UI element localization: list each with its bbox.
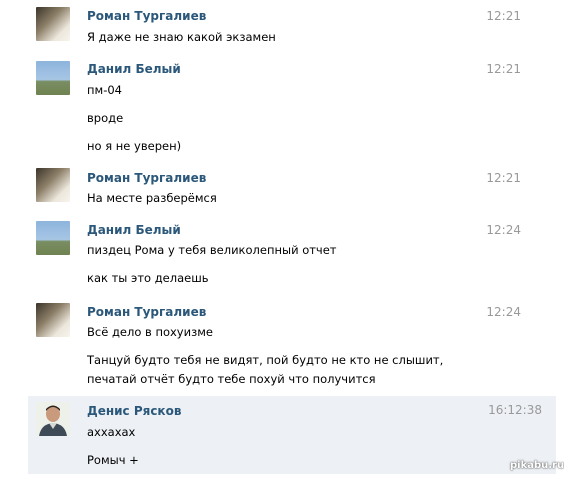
message-text: аххахах [87,425,136,439]
message-time[interactable]: 12:21 [486,171,521,185]
avatar[interactable] [36,168,70,202]
message-text: Танцуй будто тебя не видят, пой будто не… [87,353,444,367]
message-block: Данил Белый 12:24 пиздец Рома у тебя вел… [28,216,556,292]
message-text: печатай отчёт будто тебе похуй что получ… [87,372,376,386]
message-text: Всё дело в похуизме [87,325,213,339]
message-text: вроде [87,111,124,125]
message-text: пиздец Рома у тебя великолепный отчет [87,243,337,257]
message-time[interactable]: 16:12:38 [488,403,542,417]
message-text: пм-04 [87,83,122,97]
avatar[interactable] [36,221,70,255]
avatar[interactable] [36,7,70,41]
message-author[interactable]: Роман Тургалиев [87,9,206,23]
message-author[interactable]: Роман Тургалиев [87,305,206,319]
avatar[interactable] [36,303,70,337]
message-time[interactable]: 12:21 [486,9,521,23]
avatar[interactable] [36,402,70,436]
avatar[interactable] [36,61,70,95]
message-block: Роман Тургалиев 12:21 На месте разберёмс… [28,162,556,212]
watermark: pikabu.ru [510,460,564,471]
message-time[interactable]: 12:21 [486,62,521,76]
message-text: как ты это делаешь [87,271,209,285]
message-text: но я не уверен) [87,139,182,153]
message-block: Роман Тургалиев 12:24 Всё дело в похуизм… [28,296,556,394]
message-time[interactable]: 12:24 [486,305,521,319]
message-author[interactable]: Роман Тургалиев [87,171,206,185]
message-author[interactable]: Данил Белый [87,223,181,237]
message-author[interactable]: Данил Белый [87,62,181,76]
message-block: Денис Рясков 16:12:38 аххахах Ромыч + [28,396,556,474]
message-block: Роман Тургалиев 12:21 Я даже не знаю как… [28,0,556,52]
message-time[interactable]: 12:24 [486,223,521,237]
message-author[interactable]: Денис Рясков [87,404,181,418]
message-text: Ромыч + [87,453,139,467]
person-photo-icon [36,402,70,436]
message-text: На месте разберёмся [87,191,217,205]
message-text: Я даже не знаю какой экзамен [87,30,276,44]
message-block: Данил Белый 12:21 пм-04 вроде но я не ув… [28,56,556,158]
